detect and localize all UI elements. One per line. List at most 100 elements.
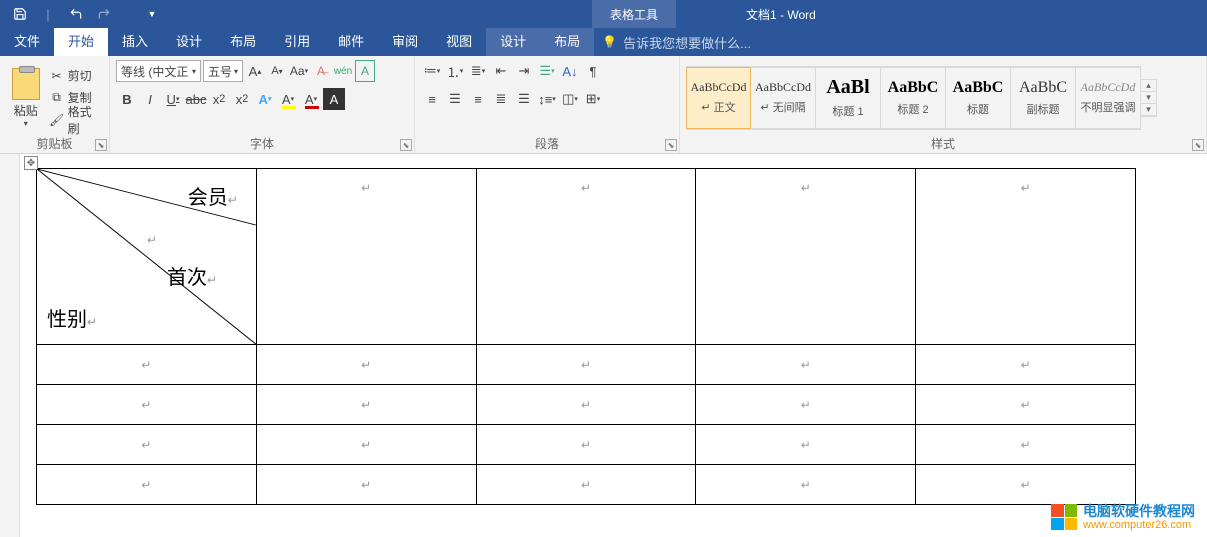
bullets-button[interactable]: ≔▾ (421, 60, 443, 82)
paragraph-mark: ↵ (361, 438, 371, 452)
table-cell[interactable]: ↵ (916, 425, 1136, 465)
decrease-indent-button[interactable]: ⇤ (490, 60, 512, 82)
shrink-font-button[interactable]: A▾ (267, 60, 287, 82)
distribute-button[interactable]: ☰ (513, 88, 535, 110)
subscript-button[interactable]: x2 (208, 88, 230, 110)
tab-file[interactable]: 文件 (0, 28, 54, 56)
table-cell[interactable]: ↵ (256, 385, 476, 425)
table-cell[interactable]: ↵ (696, 169, 916, 345)
table-cell[interactable]: ↵ (916, 169, 1136, 345)
ribbon: 粘贴 ▾ ✂剪切 ⧉复制 🖌格式刷 剪贴板 ⬊ 等线 (中文正▾ 五号▾ A▴ … (0, 56, 1207, 154)
save-button[interactable] (8, 2, 32, 26)
tab-table-design[interactable]: 设计 (486, 28, 540, 56)
phonetic-button[interactable]: wén (333, 60, 353, 82)
style-card[interactable]: AaBbCcDd↵ 正文 (686, 67, 751, 129)
paragraph-mark: ↵ (361, 478, 371, 492)
qat-customize[interactable]: ▼ (140, 2, 164, 26)
increase-indent-button[interactable]: ⇥ (513, 60, 535, 82)
tab-review[interactable]: 审阅 (378, 28, 432, 56)
tab-home[interactable]: 开始 (54, 28, 108, 56)
highlight-button[interactable]: A▾ (277, 88, 299, 110)
table-cell[interactable]: ↵ (476, 425, 696, 465)
table-cell[interactable]: ↵ (476, 345, 696, 385)
align-center-button[interactable]: ☰ (444, 88, 466, 110)
char-shading-button[interactable]: A (323, 88, 345, 110)
shading-button[interactable]: ◫▾ (559, 88, 581, 110)
sort-button[interactable]: A↓ (559, 60, 581, 82)
paragraph-launcher[interactable]: ⬊ (665, 139, 677, 151)
tab-design[interactable]: 设计 (162, 28, 216, 56)
align-right-button[interactable]: ≡ (467, 88, 489, 110)
table-cell[interactable]: ↵ (256, 425, 476, 465)
style-gallery[interactable]: AaBbCcDd↵ 正文AaBbCcDd↵ 无间隔AaBl标题 1AaBbC标题… (686, 66, 1141, 130)
table-cell[interactable]: ↵ (256, 465, 476, 505)
table-cell[interactable]: ↵ (696, 345, 916, 385)
table-cell[interactable]: ↵ (916, 385, 1136, 425)
diagonal-header-cell[interactable]: 会员↵ ↵ 首次↵ 性别↵ (37, 169, 257, 345)
table-cell[interactable]: ↵ (256, 169, 476, 345)
style-card[interactable]: AaBbC标题 (946, 67, 1011, 129)
tab-layout[interactable]: 布局 (216, 28, 270, 56)
table-cell[interactable]: ↵ (696, 385, 916, 425)
table-cell[interactable]: ↵ (476, 385, 696, 425)
cut-button[interactable]: ✂剪切 (50, 66, 103, 86)
clipboard-launcher[interactable]: ⬊ (95, 139, 107, 151)
paste-button[interactable]: 粘贴 ▾ (6, 68, 46, 128)
paragraph-mark: ↵ (581, 398, 591, 412)
font-launcher[interactable]: ⬊ (400, 139, 412, 151)
style-scroll[interactable]: ▴▾▾ (1141, 79, 1157, 117)
font-size-combo[interactable]: 五号▾ (203, 60, 243, 82)
table-cell[interactable]: ↵ (256, 345, 476, 385)
table-cell[interactable]: ↵ (37, 385, 257, 425)
grow-font-button[interactable]: A▴ (245, 60, 265, 82)
numbering-button[interactable]: ⒈▾ (444, 60, 466, 82)
table-cell[interactable]: ↵ (696, 465, 916, 505)
underline-button[interactable]: U▾ (162, 88, 184, 110)
font-color-button[interactable]: A▾ (300, 88, 322, 110)
style-card[interactable]: AaBbC标题 2 (881, 67, 946, 129)
document-area[interactable]: ✥ 会员↵ ↵ 首次↵ 性别↵ ↵ ↵ ↵ ↵ ↵ ↵ ↵ ↵ ↵ ↵ ↵ ↵ (0, 154, 1207, 537)
multilevel-button[interactable]: ≣▾ (467, 60, 489, 82)
tell-me-box[interactable]: 💡告诉我您想要做什么... (602, 33, 751, 52)
align-left-button[interactable]: ≡ (421, 88, 443, 110)
show-marks-button[interactable]: ¶ (582, 60, 604, 82)
asian-layout-button[interactable]: ☰▾ (536, 60, 558, 82)
document-table[interactable]: 会员↵ ↵ 首次↵ 性别↵ ↵ ↵ ↵ ↵ ↵ ↵ ↵ ↵ ↵ ↵ ↵ ↵ ↵ … (36, 168, 1136, 505)
table-cell[interactable]: ↵ (476, 465, 696, 505)
table-cell[interactable]: ↵ (916, 345, 1136, 385)
table-cell[interactable]: ↵ (916, 465, 1136, 505)
char-border-button[interactable]: A (355, 60, 375, 82)
redo-button[interactable] (92, 2, 116, 26)
italic-button[interactable]: I (139, 88, 161, 110)
justify-button[interactable]: ≣ (490, 88, 512, 110)
superscript-button[interactable]: x2 (231, 88, 253, 110)
line-spacing-button[interactable]: ↕≡▾ (536, 88, 558, 110)
table-cell[interactable]: ↵ (476, 169, 696, 345)
tab-mailings[interactable]: 邮件 (324, 28, 378, 56)
strike-button[interactable]: abc (185, 88, 207, 110)
tab-insert[interactable]: 插入 (108, 28, 162, 56)
style-card[interactable]: AaBbC副标题 (1011, 67, 1076, 129)
borders-button[interactable]: ⊞▾ (582, 88, 604, 110)
text-effects-button[interactable]: A▾ (254, 88, 276, 110)
style-card[interactable]: AaBbCcDd↵ 无间隔 (751, 67, 816, 129)
bold-button[interactable]: B (116, 88, 138, 110)
font-name-combo[interactable]: 等线 (中文正▾ (116, 60, 201, 82)
style-preview: AaBbC (1019, 79, 1067, 97)
watermark: 电脑软硬件教程网 www.computer26.com (1051, 504, 1195, 531)
table-cell[interactable]: ↵ (37, 465, 257, 505)
style-card[interactable]: AaBbCcDd不明显强调 (1076, 67, 1141, 129)
table-cell[interactable]: ↵ (696, 425, 916, 465)
undo-button[interactable] (64, 2, 88, 26)
styles-launcher[interactable]: ⬊ (1192, 139, 1204, 151)
format-painter-button[interactable]: 🖌格式刷 (50, 110, 103, 130)
style-card[interactable]: AaBl标题 1 (816, 67, 881, 129)
table-cell[interactable]: ↵ (37, 345, 257, 385)
tab-references[interactable]: 引用 (270, 28, 324, 56)
tab-table-layout[interactable]: 布局 (540, 28, 594, 56)
change-case-button[interactable]: Aa▾ (289, 60, 309, 82)
table-cell[interactable]: ↵ (37, 425, 257, 465)
group-label-paragraph: 段落 (421, 135, 673, 151)
clear-format-button[interactable]: A̶ (311, 60, 331, 82)
tab-view[interactable]: 视图 (432, 28, 486, 56)
